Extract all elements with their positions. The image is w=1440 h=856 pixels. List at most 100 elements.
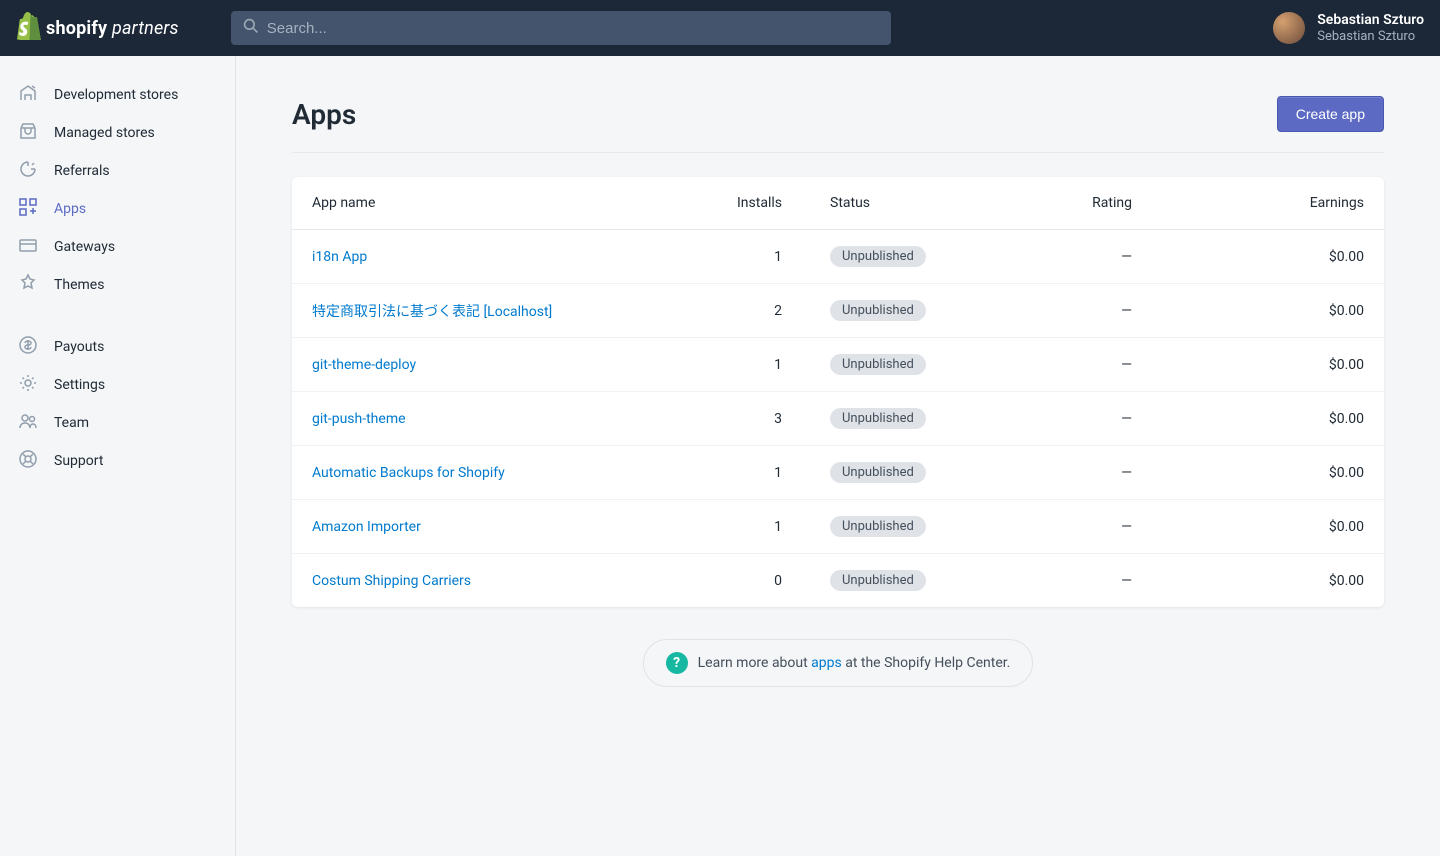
help-icon: ? <box>666 652 688 674</box>
cell-rating: — <box>1022 446 1152 500</box>
cell-earnings: $0.00 <box>1152 446 1384 500</box>
user-subtitle: Sebastian Szturo <box>1317 29 1424 45</box>
status-badge: Unpublished <box>830 570 926 591</box>
page-title: Apps <box>292 98 356 131</box>
cell-rating: — <box>1022 392 1152 446</box>
cell-status: Unpublished <box>802 392 1022 446</box>
sidebar-item-gateways[interactable]: Gateways <box>0 228 235 266</box>
table-row: 特定商取引法に基づく表記 [Localhost] 2 Unpublished —$0.… <box>292 284 1384 338</box>
status-badge: Unpublished <box>830 354 926 375</box>
cell-installs: 0 <box>712 554 802 608</box>
sidebar-item-referrals[interactable]: Referrals <box>0 152 235 190</box>
logo[interactable]: shopify partners <box>16 12 179 44</box>
sidebar-item-team[interactable]: Team <box>0 404 235 442</box>
status-badge: Unpublished <box>830 516 926 537</box>
app-name-link[interactable]: i18n App <box>312 249 367 265</box>
logo-icon <box>16 12 42 44</box>
status-badge: Unpublished <box>830 462 926 483</box>
cell-rating: — <box>1022 284 1152 338</box>
avatar <box>1273 12 1305 44</box>
status-badge: Unpublished <box>830 246 926 267</box>
cell-status: Unpublished <box>802 446 1022 500</box>
sidebar: Development stores Managed stores Referral… <box>0 56 236 856</box>
team-icon <box>18 411 38 435</box>
cell-earnings: $0.00 <box>1152 284 1384 338</box>
sidebar-item-support[interactable]: Support <box>0 442 235 480</box>
table-row: i18n App1Unpublished—$0.00 <box>292 230 1384 284</box>
search-icon <box>243 18 259 38</box>
col-earnings: Earnings <box>1152 177 1384 230</box>
top-bar: shopify partners Sebastian Szturo Sebast… <box>0 0 1440 56</box>
themes-icon <box>18 273 38 297</box>
gateways-icon <box>18 235 38 259</box>
cell-installs: 1 <box>712 338 802 392</box>
help-suffix: at the Shopify Help Center. <box>842 655 1011 671</box>
app-name-link[interactable]: Costum Shipping Carriers <box>312 573 471 589</box>
main-content: Apps Create app App name Installs Status… <box>236 56 1440 856</box>
sidebar-item-label: Payouts <box>54 339 104 355</box>
sidebar-item-managed-stores[interactable]: Managed stores <box>0 114 235 152</box>
cell-rating: — <box>1022 338 1152 392</box>
status-badge: Unpublished <box>830 408 926 429</box>
status-badge: Unpublished <box>830 300 926 321</box>
col-status: Status <box>802 177 1022 230</box>
cell-status: Unpublished <box>802 230 1022 284</box>
cell-installs: 1 <box>712 446 802 500</box>
cell-earnings: $0.00 <box>1152 338 1384 392</box>
sidebar-item-development-stores[interactable]: Development stores <box>0 76 235 114</box>
table-header-row: App name Installs Status Rating Earnings <box>292 177 1384 230</box>
sidebar-item-themes[interactable]: Themes <box>0 266 235 304</box>
user-menu[interactable]: Sebastian Szturo Sebastian Szturo <box>1273 12 1424 44</box>
sidebar-item-label: Team <box>54 415 89 431</box>
dev-stores-icon <box>18 83 38 107</box>
managed-stores-icon <box>18 121 38 145</box>
sidebar-item-label: Support <box>54 453 103 469</box>
search-input[interactable] <box>267 20 879 37</box>
help-link[interactable]: apps <box>811 655 842 671</box>
cell-rating: — <box>1022 554 1152 608</box>
cell-status: Unpublished <box>802 500 1022 554</box>
cell-earnings: $0.00 <box>1152 230 1384 284</box>
sidebar-item-settings[interactable]: Settings <box>0 366 235 404</box>
table-row: Costum Shipping Carriers 0 Unpublished —$0.… <box>292 554 1384 608</box>
sidebar-item-label: Managed stores <box>54 125 155 141</box>
app-name-link[interactable]: Amazon Importer <box>312 519 421 535</box>
cell-earnings: $0.00 <box>1152 554 1384 608</box>
create-app-button[interactable]: Create app <box>1277 96 1384 132</box>
sidebar-item-label: Referrals <box>54 163 110 179</box>
table-row: git-push-theme 3 Unpublished —$0.00 <box>292 392 1384 446</box>
cell-rating: — <box>1022 500 1152 554</box>
cell-earnings: $0.00 <box>1152 500 1384 554</box>
sidebar-item-apps[interactable]: Apps <box>0 190 235 228</box>
sidebar-item-label: Themes <box>54 277 104 293</box>
user-display-name: Sebastian Szturo <box>1317 12 1424 29</box>
cell-installs: 2 <box>712 284 802 338</box>
page-header: Apps Create app <box>292 96 1384 153</box>
col-installs: Installs <box>712 177 802 230</box>
help-callout: ? Learn more about apps at the Shopify H… <box>643 639 1034 687</box>
settings-icon <box>18 373 38 397</box>
help-prefix: Learn more about <box>698 655 812 671</box>
cell-status: Unpublished <box>802 554 1022 608</box>
app-name-link[interactable]: git-theme-deploy <box>312 357 416 373</box>
referrals-icon <box>18 159 38 183</box>
cell-status: Unpublished <box>802 338 1022 392</box>
table-row: Amazon Importer1Unpublished—$0.00 <box>292 500 1384 554</box>
user-names: Sebastian Szturo Sebastian Szturo <box>1317 12 1424 44</box>
cell-installs: 3 <box>712 392 802 446</box>
help-text: Learn more about apps at the Shopify Hel… <box>698 655 1011 671</box>
payouts-icon <box>18 335 38 359</box>
cell-earnings: $0.00 <box>1152 392 1384 446</box>
table-row: git-theme-deploy 1 Unpublished —$0.00 <box>292 338 1384 392</box>
apps-table: App name Installs Status Rating Earnings… <box>292 177 1384 607</box>
logo-text: shopify partners <box>46 18 179 39</box>
table-row: Automatic Backups for Shopify 1 Unpublishe… <box>292 446 1384 500</box>
app-name-link[interactable]: Automatic Backups for Shopify <box>312 465 505 481</box>
sidebar-item-payouts[interactable]: Payouts <box>0 328 235 366</box>
apps-table-card: App name Installs Status Rating Earnings… <box>292 177 1384 607</box>
sidebar-item-label: Gateways <box>54 239 115 255</box>
app-name-link[interactable]: 特定商取引法に基づく表記 [Localhost] <box>312 304 552 320</box>
search-field[interactable] <box>231 11 891 45</box>
app-name-link[interactable]: git-push-theme <box>312 411 406 427</box>
cell-installs: 1 <box>712 230 802 284</box>
